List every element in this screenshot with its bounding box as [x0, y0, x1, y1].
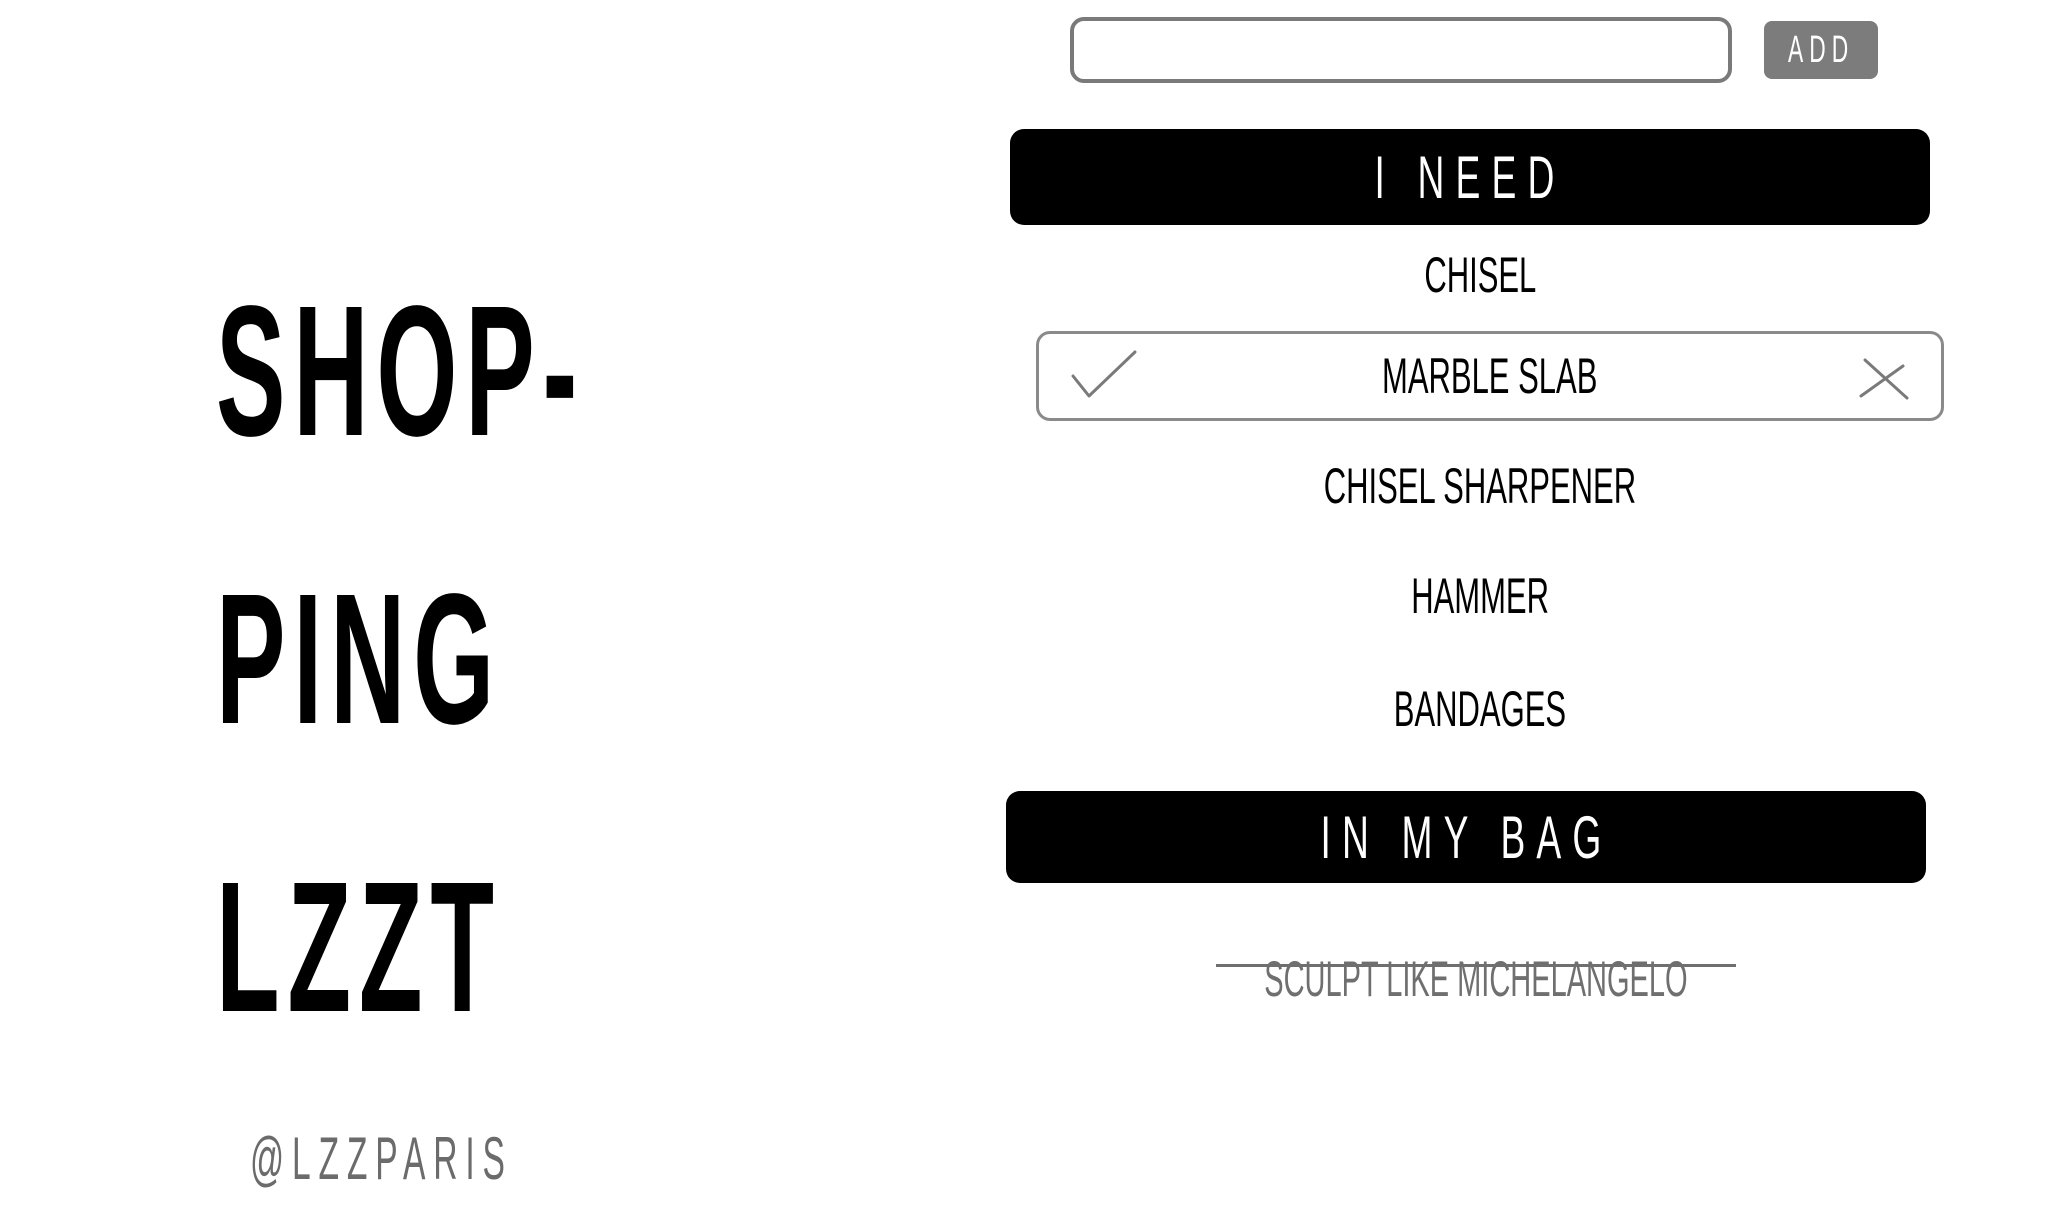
list-item[interactable]: CHISEL SHARPENER — [1030, 443, 1930, 529]
section-header-bag-label: IN MY BAG — [1319, 803, 1613, 871]
new-item-input[interactable] — [1070, 17, 1732, 83]
completed-item[interactable]: SCULPT LIKE MICHELANGELO — [1216, 944, 1736, 1014]
list-item-label: BANDAGES — [1393, 681, 1567, 737]
list-item[interactable]: CHISEL — [1030, 232, 1930, 318]
check-icon[interactable] — [1069, 346, 1139, 402]
completed-item-label: SCULPT LIKE MICHELANGELO — [1264, 951, 1688, 1007]
list-item-label: MARBLE SLAB — [1382, 348, 1598, 404]
section-header-need-label: I NEED — [1374, 143, 1566, 211]
title-line-2: PING — [216, 556, 503, 763]
list-item[interactable]: BANDAGES — [1030, 666, 1930, 752]
list-item[interactable]: MARBLE SLAB — [1036, 331, 1944, 421]
strikethrough-line — [1216, 964, 1736, 967]
add-button[interactable]: ADD — [1764, 21, 1878, 79]
close-icon[interactable] — [1857, 356, 1913, 402]
section-header-need[interactable]: I NEED — [1010, 129, 1930, 225]
title-line-1: SHOP- — [216, 268, 586, 475]
list-item-label: HAMMER — [1411, 568, 1549, 624]
app-title: SHOP- PING LZZT — [216, 228, 585, 1092]
section-header-bag[interactable]: IN MY BAG — [1006, 791, 1926, 883]
list-item-label: CHISEL SHARPENER — [1323, 458, 1637, 514]
title-line-3: LZZT — [216, 844, 502, 1051]
add-button-label: ADD — [1787, 28, 1855, 71]
list-item[interactable]: HAMMER — [1030, 553, 1930, 639]
author-handle[interactable]: @LZZPARIS — [250, 1124, 513, 1194]
list-item-label: CHISEL — [1424, 247, 1536, 303]
